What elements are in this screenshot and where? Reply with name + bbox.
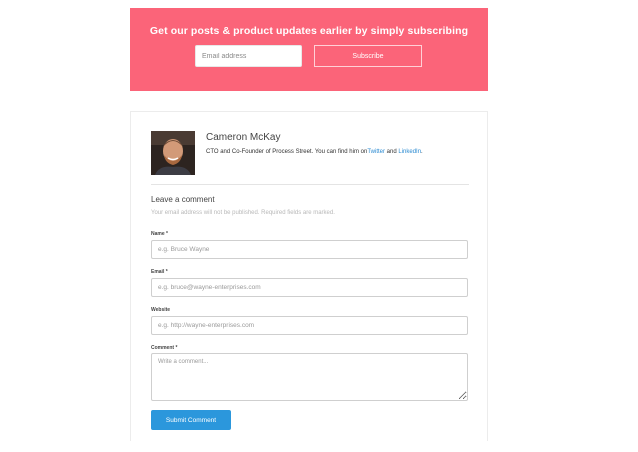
comment-card: Cameron McKay CTO and Co-Founder of Proc… — [130, 111, 488, 441]
name-label: Name * — [151, 231, 168, 237]
website-label: Website — [151, 307, 171, 313]
linkedin-link[interactable]: LinkedIn — [398, 149, 421, 155]
comment-label: Comment * — [151, 345, 178, 351]
comment-form-heading: Leave a comment — [151, 195, 215, 204]
author-photo-icon — [151, 131, 195, 175]
submit-comment-button[interactable]: Submit Comment — [151, 410, 231, 430]
author-bio-text: CTO and Co-Founder of Process Street. Yo… — [206, 149, 368, 155]
banner-email-input[interactable] — [195, 45, 302, 67]
privacy-notice: Your email address will not be published… — [151, 210, 335, 216]
subscribe-button[interactable]: Subscribe — [314, 45, 422, 67]
author-bio-and: and — [384, 149, 399, 155]
author-bio-suffix: . — [421, 149, 423, 155]
author-bio: CTO and Co-Founder of Process Street. Yo… — [206, 149, 423, 155]
author-avatar — [151, 131, 195, 175]
website-field[interactable] — [151, 316, 468, 335]
email-label: Email * — [151, 269, 168, 275]
twitter-link[interactable]: Twitter — [367, 149, 385, 155]
subscribe-banner: Get our posts & product updates earlier … — [130, 8, 488, 91]
divider — [151, 184, 469, 185]
email-field[interactable] — [151, 278, 468, 297]
banner-heading: Get our posts & product updates earlier … — [149, 25, 469, 37]
author-name: Cameron McKay — [206, 132, 281, 143]
comment-textarea[interactable] — [151, 353, 468, 401]
name-field[interactable] — [151, 240, 468, 259]
